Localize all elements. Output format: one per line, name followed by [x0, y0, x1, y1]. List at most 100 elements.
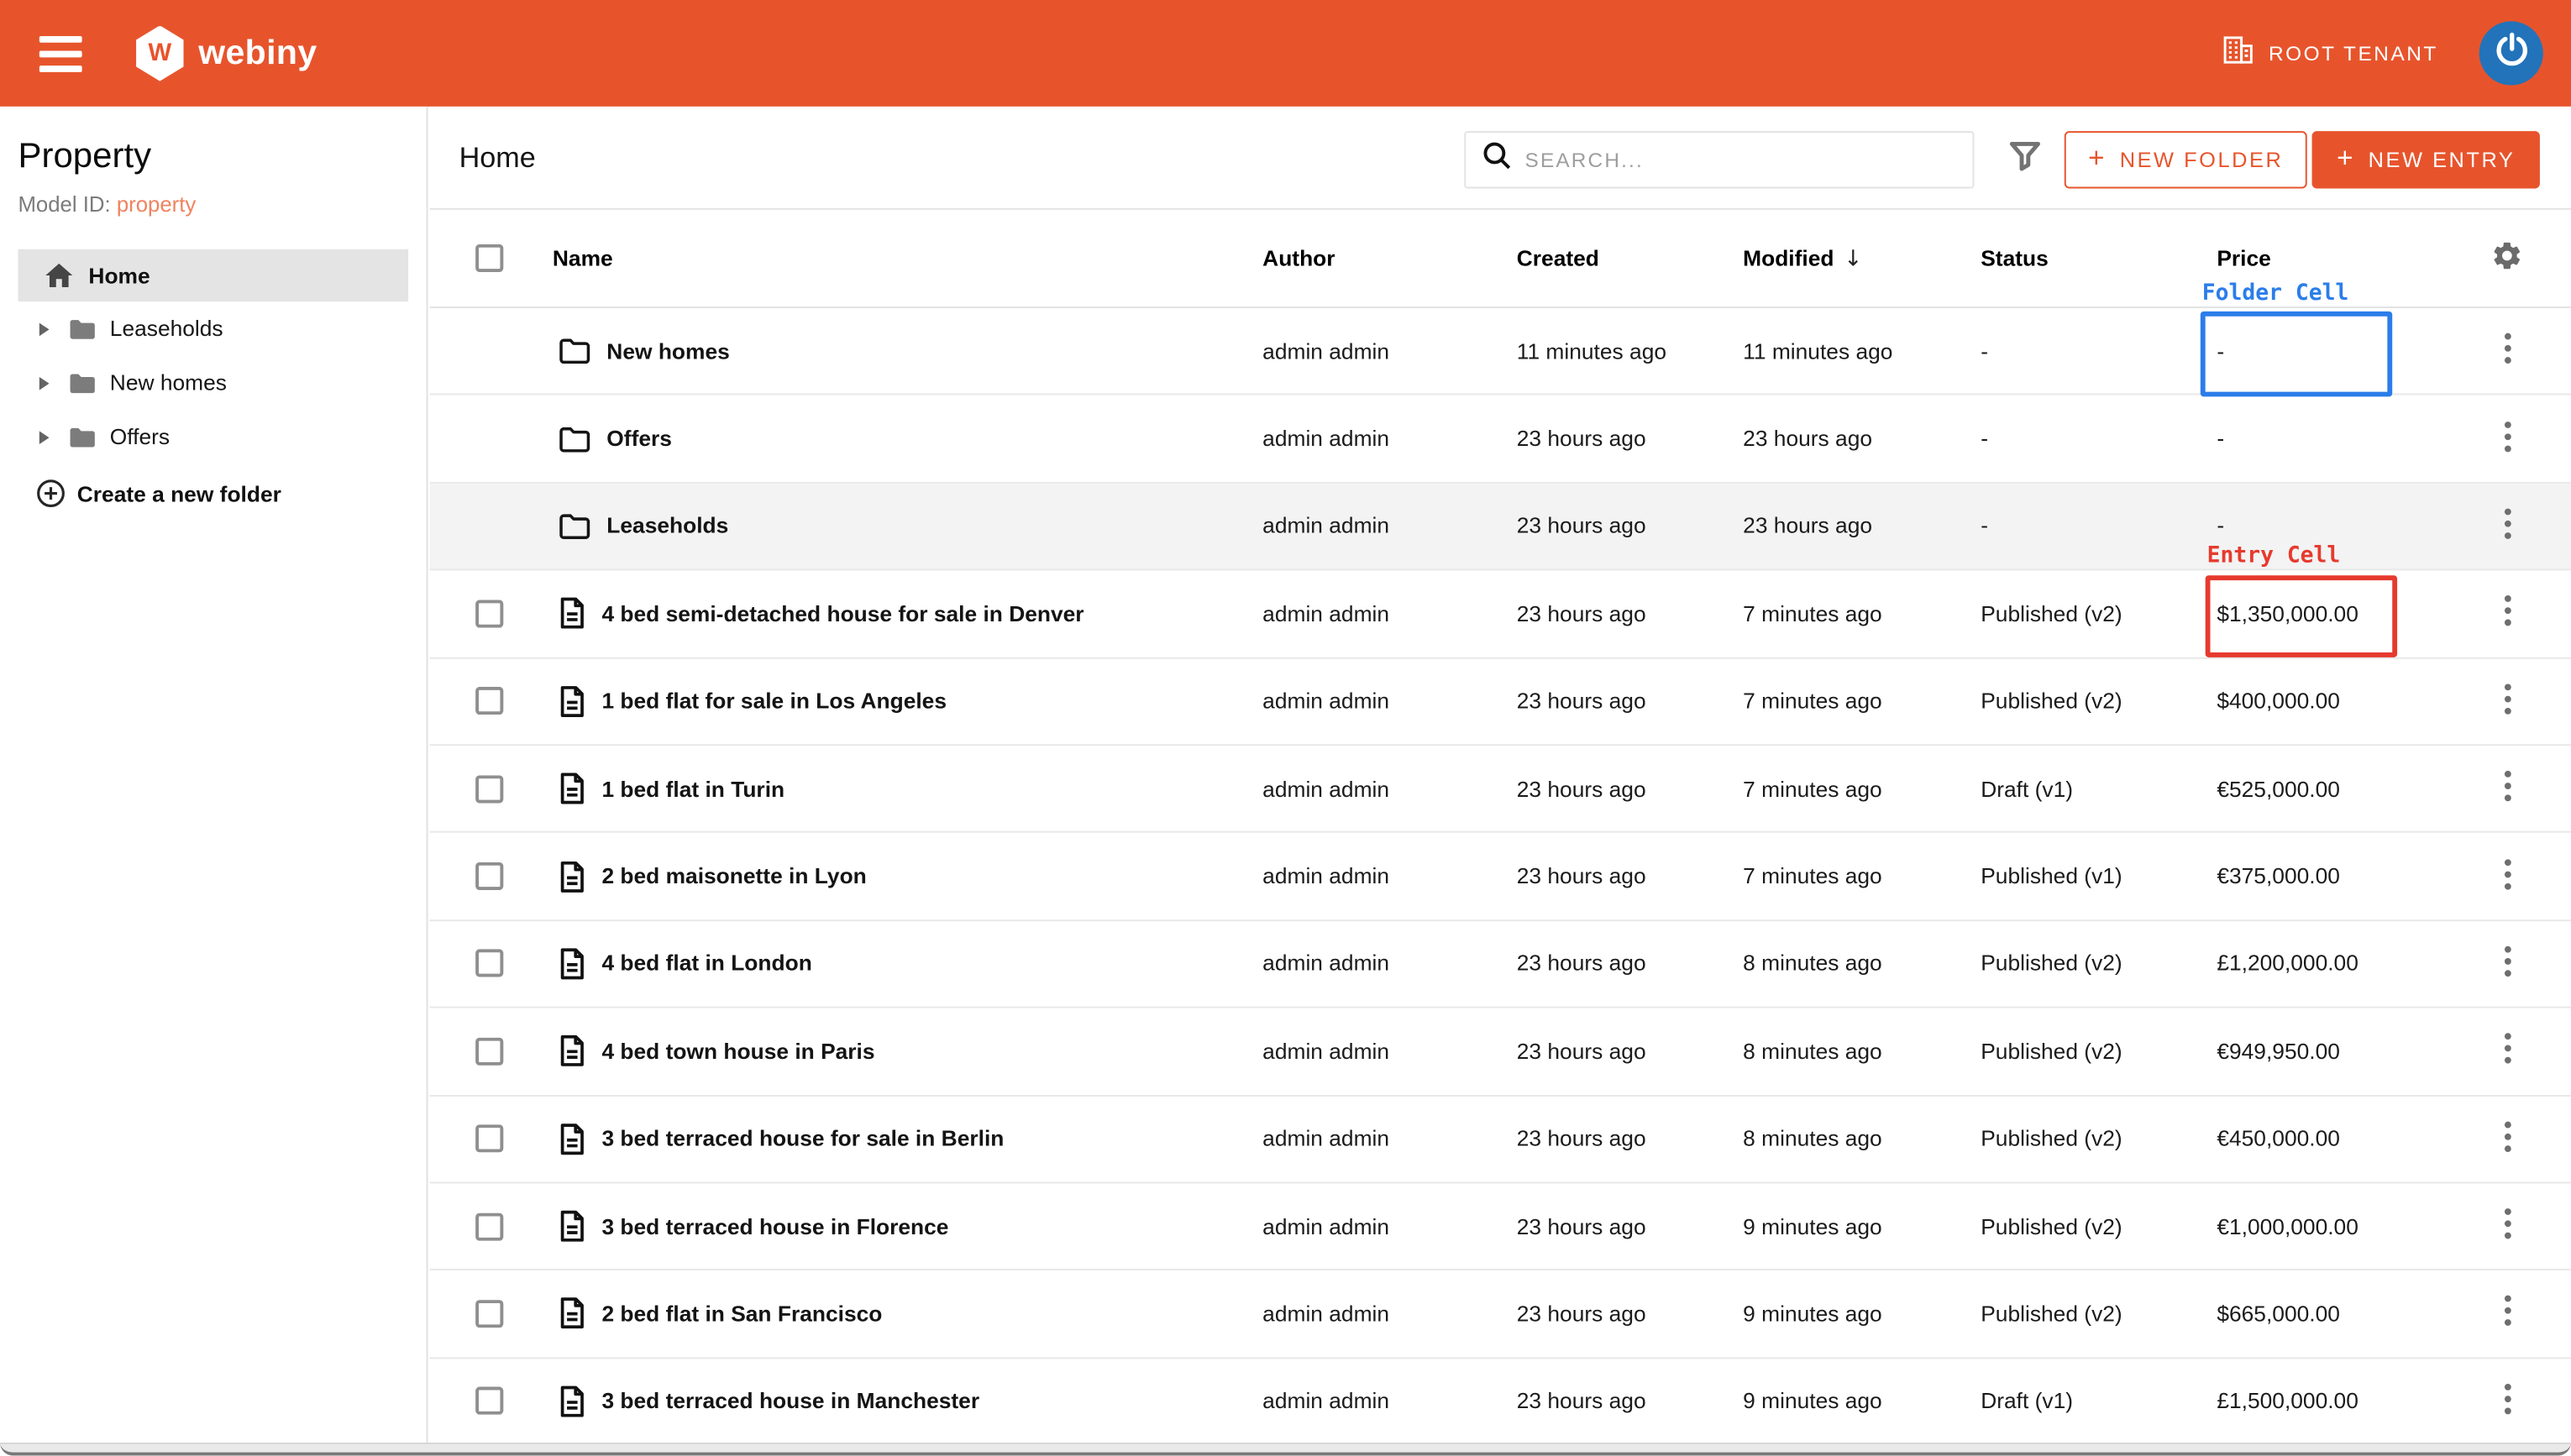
author-cell: admin admin [1262, 1389, 1517, 1413]
row-checkbox-cell [429, 687, 552, 715]
row-menu-button[interactable] [2443, 333, 2571, 369]
filter-button[interactable] [1996, 131, 2054, 188]
column-header-price[interactable]: Price [2217, 246, 2442, 270]
modified-cell: 11 minutes ago [1743, 338, 1981, 363]
folder-icon [559, 338, 590, 364]
created-cell: 23 hours ago [1517, 601, 1743, 626]
entry-row[interactable]: 3 bed terraced house in Manchester admin … [429, 1359, 2571, 1443]
column-header-author[interactable]: Author [1262, 246, 1517, 270]
new-folder-button[interactable]: + NEW FOLDER [2065, 131, 2307, 188]
folder-label: Offers [110, 425, 170, 449]
author-cell: admin admin [1262, 338, 1517, 363]
column-header-created[interactable]: Created [1517, 246, 1743, 270]
tenant-selector[interactable]: ROOT TENANT [2222, 0, 2438, 107]
row-checkbox[interactable] [475, 1037, 503, 1065]
row-menu-button[interactable] [2443, 771, 2571, 807]
row-menu-button[interactable] [2443, 1208, 2571, 1244]
webiny-logo[interactable]: W webiny [136, 0, 317, 107]
status-cell: Published (v2) [1981, 601, 2217, 626]
entry-row[interactable]: 4 bed flat in Londonadmin admin23 hours … [429, 921, 2571, 1008]
row-menu-button[interactable] [2443, 1033, 2571, 1069]
column-header-modified[interactable]: Modified ↓ [1743, 245, 1981, 271]
row-name-cell: 4 bed town house in Paris [553, 1034, 1262, 1067]
row-name[interactable]: 1 bed flat in Turin [601, 777, 784, 801]
row-name-cell: New homes [553, 338, 1262, 364]
row-name[interactable]: 3 bed terraced house in Florence [601, 1214, 948, 1239]
row-menu-button[interactable] [2443, 508, 2571, 544]
create-folder-button[interactable]: Create a new folder [0, 469, 428, 518]
content-header: Home + NEW FOLDER + NEW ENTRY [429, 107, 2571, 210]
row-menu-button[interactable] [2443, 858, 2571, 894]
entry-row[interactable]: 1 bed flat for sale in Los Angelesadmin … [429, 658, 2571, 746]
row-checkbox[interactable] [475, 687, 503, 715]
row-menu-button[interactable] [2443, 1121, 2571, 1157]
row-name-cell: 2 bed maisonette in Lyon [553, 860, 1262, 893]
new-entry-button[interactable]: + NEW ENTRY [2312, 131, 2540, 188]
entry-row[interactable]: 2 bed flat in San Franciscoadmin admin23… [429, 1271, 2571, 1359]
row-checkbox[interactable] [475, 600, 503, 627]
select-all-checkbox[interactable] [475, 244, 503, 272]
row-name[interactable]: 3 bed terraced house in Manchester [601, 1389, 979, 1413]
row-name[interactable]: 1 bed flat for sale in Los Angeles [601, 689, 947, 713]
sidebar-item-home[interactable]: Home [18, 249, 408, 301]
row-menu-button[interactable] [2443, 1383, 2571, 1419]
row-menu-button[interactable] [2443, 595, 2571, 631]
caret-right-icon[interactable] [39, 376, 50, 390]
row-name-cell: 3 bed terraced house in Florence [553, 1210, 1262, 1243]
entry-row[interactable]: 1 bed flat in Turinadmin admin23 hours a… [429, 746, 2571, 833]
row-name[interactable]: 2 bed flat in San Francisco [601, 1301, 882, 1326]
document-icon [559, 1210, 585, 1243]
row-menu-button[interactable] [2443, 421, 2571, 457]
modified-cell: 7 minutes ago [1743, 777, 1981, 801]
sidebar-folder-item[interactable]: Offers [0, 410, 428, 464]
hamburger-menu-icon[interactable] [39, 35, 82, 71]
row-name[interactable]: 2 bed maisonette in Lyon [601, 864, 866, 888]
row-menu-button[interactable] [2443, 1296, 2571, 1332]
caret-right-icon[interactable] [39, 430, 50, 443]
row-name[interactable]: Offers [606, 427, 672, 451]
modified-cell: 8 minutes ago [1743, 1127, 1981, 1151]
price-cell: €1,000,000.00 [2217, 1214, 2442, 1239]
sidebar-folder-item[interactable]: New homes [0, 356, 428, 410]
row-checkbox[interactable] [475, 1125, 503, 1153]
caret-right-icon[interactable] [39, 322, 50, 336]
sidebar: Property Model ID: property Home Leaseho… [0, 107, 428, 1443]
created-cell: 23 hours ago [1517, 1127, 1743, 1151]
row-checkbox[interactable] [475, 862, 503, 890]
status-cell: Published (v2) [1981, 1127, 2217, 1151]
sidebar-item-label: Home [88, 263, 150, 287]
row-name[interactable]: Leaseholds [606, 514, 728, 538]
user-avatar[interactable] [2479, 21, 2543, 85]
row-checkbox[interactable] [475, 775, 503, 803]
row-name-cell: 4 bed semi-detached house for sale in De… [553, 597, 1262, 630]
entry-row[interactable]: 2 bed maisonette in Lyonadmin admin23 ho… [429, 833, 2571, 920]
entry-row[interactable]: 3 bed terraced house for sale in Berlina… [429, 1096, 2571, 1183]
table-settings-button[interactable] [2443, 239, 2571, 277]
document-icon [559, 773, 585, 805]
search-input[interactable] [1525, 149, 1973, 171]
status-cell: Draft (v1) [1981, 777, 2217, 801]
column-header-status[interactable]: Status [1981, 246, 2217, 270]
model-title: Property [18, 136, 151, 177]
document-icon [559, 1034, 585, 1067]
folder-label: Leaseholds [110, 317, 223, 341]
column-header-name[interactable]: Name [553, 246, 1262, 270]
entry-row[interactable]: 4 bed town house in Parisadmin admin23 h… [429, 1008, 2571, 1096]
modified-cell: 7 minutes ago [1743, 689, 1981, 713]
row-name[interactable]: 4 bed town house in Paris [601, 1039, 874, 1063]
row-checkbox[interactable] [475, 950, 503, 977]
folder-row[interactable]: Offersadmin admin23 hours ago23 hours ag… [429, 395, 2571, 483]
row-name[interactable]: 4 bed flat in London [601, 951, 811, 976]
row-menu-button[interactable] [2443, 683, 2571, 720]
author-cell: admin admin [1262, 951, 1517, 976]
row-checkbox[interactable] [475, 1212, 503, 1240]
row-name[interactable]: 3 bed terraced house for sale in Berlin [601, 1127, 1004, 1151]
row-checkbox[interactable] [475, 1387, 503, 1415]
row-checkbox[interactable] [475, 1300, 503, 1328]
sidebar-folder-item[interactable]: Leaseholds [0, 301, 428, 355]
row-name[interactable]: New homes [606, 338, 729, 363]
author-cell: admin admin [1262, 777, 1517, 801]
row-name[interactable]: 4 bed semi-detached house for sale in De… [601, 601, 1083, 626]
row-menu-button[interactable] [2443, 945, 2571, 982]
entry-row[interactable]: 3 bed terraced house in Florenceadmin ad… [429, 1183, 2571, 1270]
